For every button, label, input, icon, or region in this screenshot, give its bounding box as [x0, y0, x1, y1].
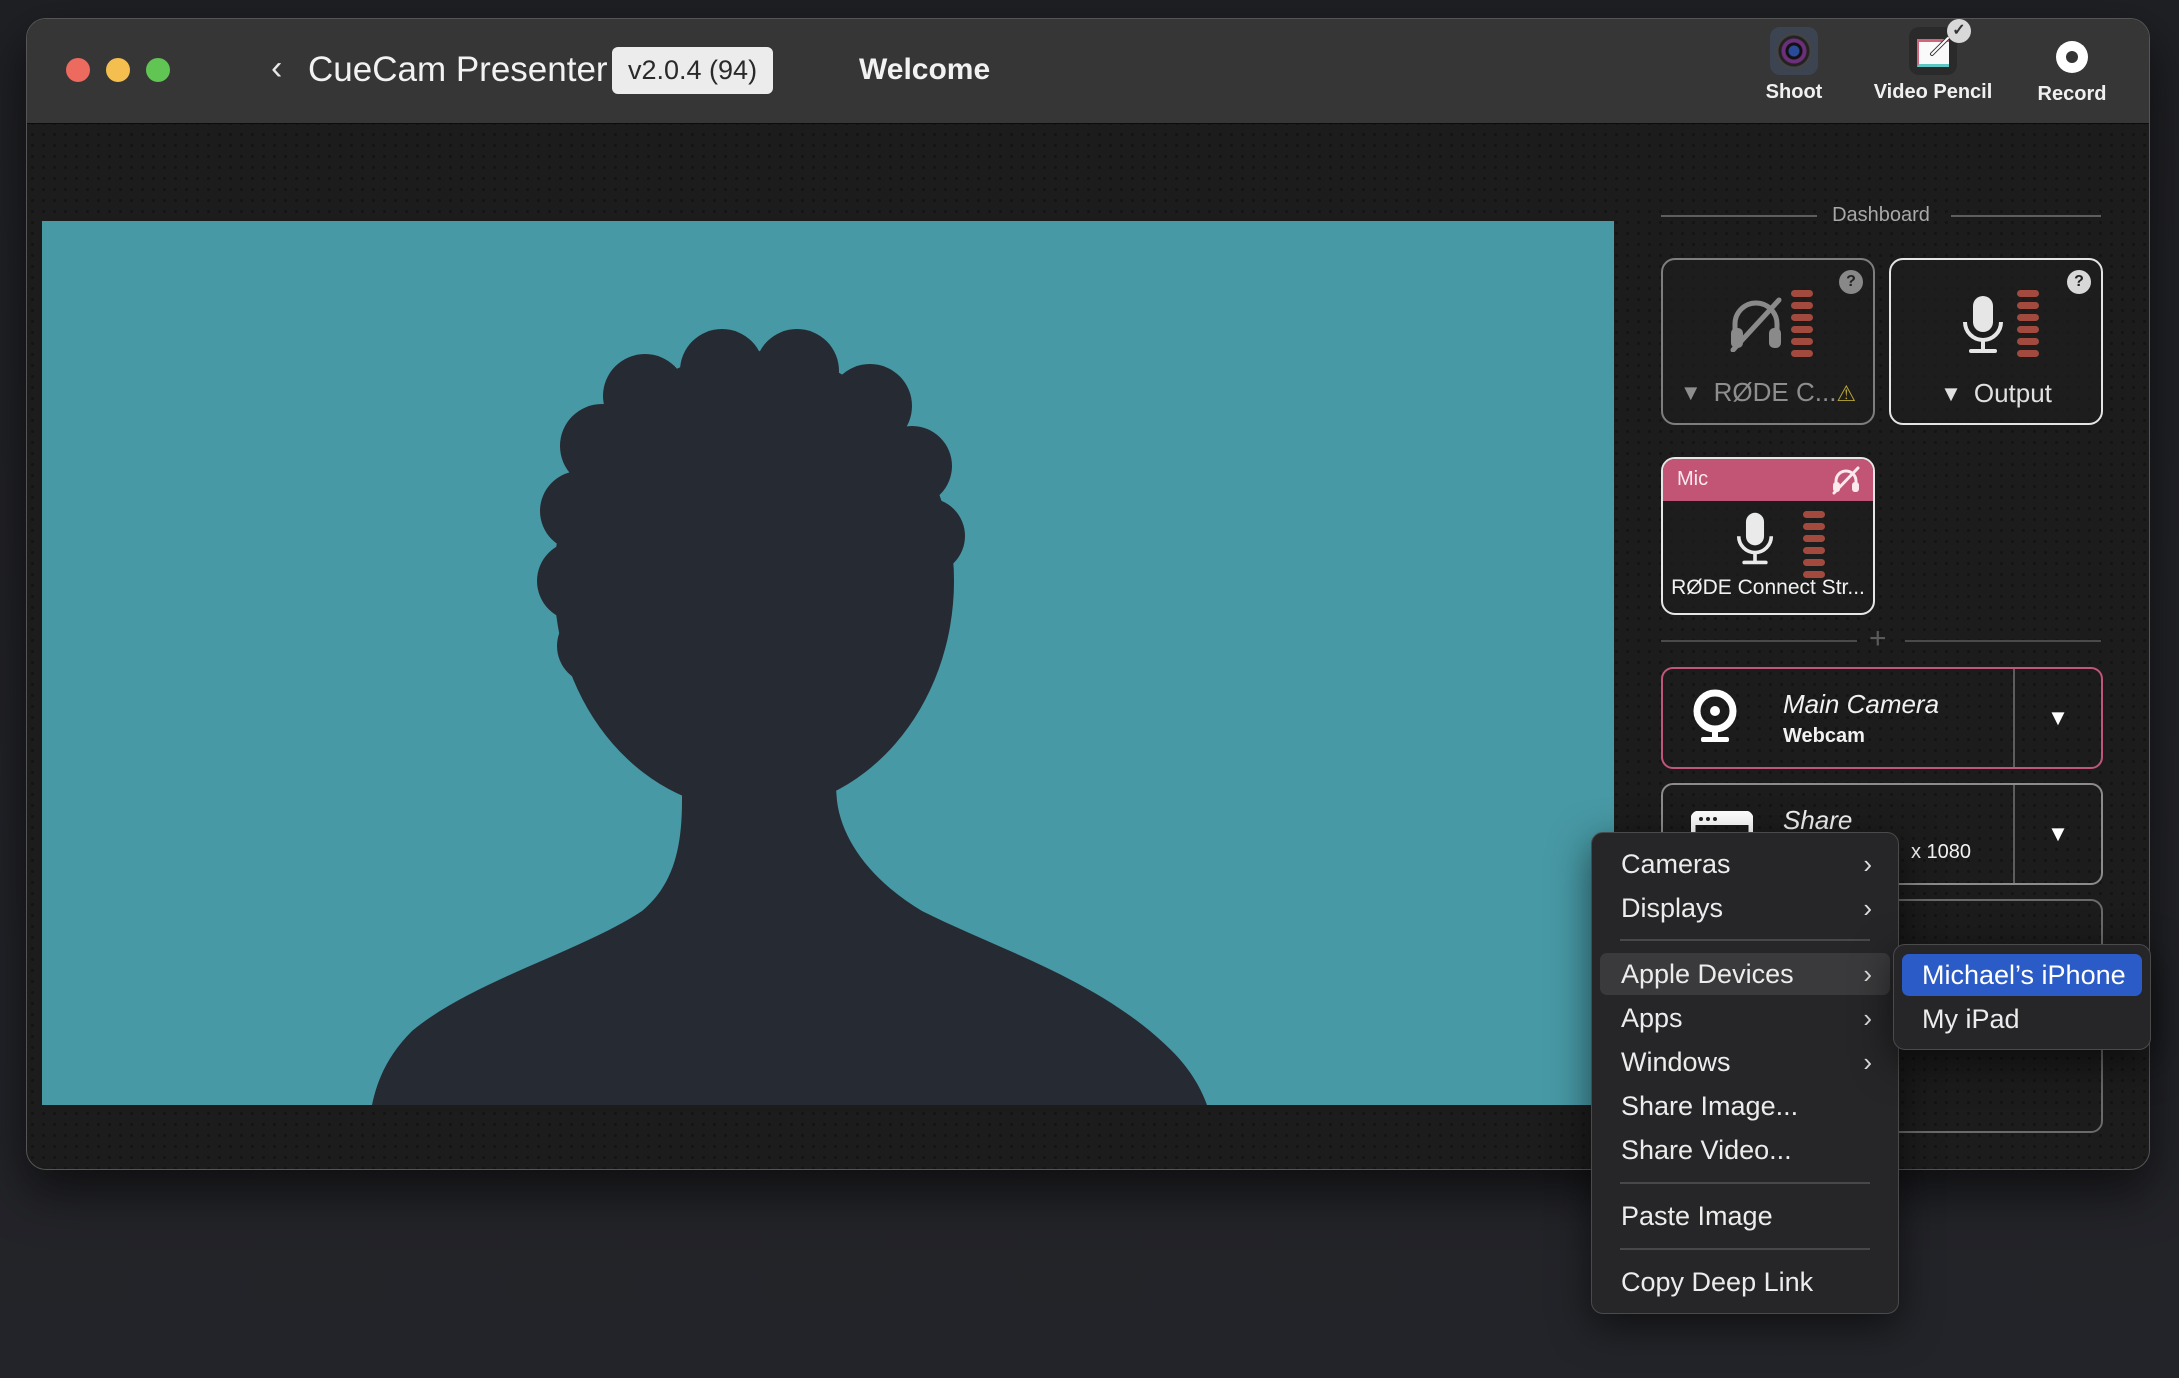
menu-separator — [1620, 1182, 1870, 1184]
camera-preview[interactable] — [42, 221, 1614, 1105]
chevron-right-icon: › — [1863, 1047, 1872, 1077]
source-dropdown-button[interactable]: ▼ — [2015, 785, 2101, 883]
source-dropdown-button[interactable]: ▼ — [2015, 669, 2101, 767]
apple-devices-submenu: Michael’s iPhone My iPad — [1893, 944, 2151, 1050]
level-meter — [1791, 290, 1813, 362]
dashboard-divider-right — [1951, 215, 2101, 217]
mic-label: Mic — [1677, 468, 1709, 490]
menu-item-copy-deep-link[interactable]: Copy Deep Link — [1600, 1261, 1890, 1303]
chevron-right-icon: › — [1863, 893, 1872, 923]
menu-item-displays[interactable]: Displays › — [1600, 887, 1890, 929]
headphones-muted-icon[interactable] — [1831, 465, 1861, 495]
menu-item-cameras[interactable]: Cameras › — [1600, 843, 1890, 885]
disclosure-triangle-icon: ▼ — [1679, 380, 1702, 405]
shoot-label: Shoot — [1765, 81, 1823, 103]
close-window-button[interactable] — [66, 58, 90, 82]
record-icon — [2056, 41, 2088, 73]
add-divider-right — [1905, 640, 2101, 642]
source-context-menu: Cameras › Displays › Apple Devices › Apps › … — [1591, 832, 1899, 1314]
mic-card-header: Mic — [1663, 459, 1873, 501]
microphone-icon — [1963, 296, 2003, 353]
headphones-muted-icon — [1730, 297, 1782, 352]
menu-item-apple-devices[interactable]: Apple Devices › — [1600, 953, 1890, 995]
disclosure-triangle-icon: ▼ — [1940, 381, 1962, 406]
audio-card-rode[interactable]: ? ▼ RØDE C...⚠ — [1661, 258, 1875, 425]
menu-item-apps[interactable]: Apps › — [1600, 997, 1890, 1039]
webcam-icon — [1693, 689, 1737, 742]
title-bar: ‹ CueCam Presenter v2.0.4 (94) Welcome S… — [27, 19, 2149, 124]
menu-separator — [1620, 1248, 1870, 1250]
maximize-window-button[interactable] — [146, 58, 170, 82]
menu-separator — [1620, 939, 1870, 941]
warning-icon: ⚠ — [1836, 381, 1857, 406]
microphone-icon — [1736, 512, 1774, 565]
chevron-right-icon: › — [1863, 849, 1872, 879]
source-subtitle: Webcam — [1783, 725, 1865, 747]
submenu-item-michaels-iphone[interactable]: Michael’s iPhone — [1902, 954, 2142, 996]
page-title: Welcome — [859, 53, 991, 86]
person-silhouette — [372, 329, 1207, 1105]
audio-card-output[interactable]: ? ▼ Output — [1889, 258, 2103, 425]
checkmark-icon: ✓ — [1947, 19, 1971, 43]
chevron-right-icon: › — [1863, 1003, 1872, 1033]
level-meter — [2017, 290, 2039, 362]
version-badge[interactable]: v2.0.4 (94) — [612, 47, 774, 94]
help-badge[interactable]: ? — [1839, 270, 1863, 294]
mic-card[interactable]: Mic RØDE Connect Str... — [1661, 457, 1875, 615]
submenu-item-my-ipad[interactable]: My iPad — [1902, 998, 2142, 1040]
app-title: CueCam Presenter — [308, 50, 608, 89]
menu-item-share-video[interactable]: Share Video... — [1600, 1129, 1890, 1171]
mic-device-name: RØDE Connect Str... — [1671, 576, 1865, 599]
video-pencil-icon: ✓ — [1909, 19, 1971, 75]
record-button[interactable]: Record — [2017, 27, 2127, 106]
shoot-button[interactable]: Shoot — [1739, 27, 1849, 104]
camera-lens-icon — [1770, 27, 1818, 75]
help-badge[interactable]: ? — [2067, 270, 2091, 294]
source-title: Main Camera — [1783, 689, 1940, 719]
record-label: Record — [2037, 83, 2107, 105]
video-pencil-label: Video Pencil — [1873, 81, 1993, 103]
video-pencil-button[interactable]: ✓ Video Pencil — [1863, 19, 2003, 104]
menu-item-windows[interactable]: Windows › — [1600, 1041, 1890, 1083]
add-source-icon[interactable]: + — [1869, 624, 1887, 654]
source-subtitle: x 1080 — [1911, 841, 1972, 863]
menu-item-share-image[interactable]: Share Image... — [1600, 1085, 1890, 1127]
audio-device-name[interactable]: ▼ RØDE C...⚠ — [1663, 377, 1873, 409]
minimize-window-button[interactable] — [106, 58, 130, 82]
chevron-right-icon: › — [1863, 959, 1872, 989]
source-card-main-camera[interactable]: Main Camera Webcam ▼ — [1661, 667, 2103, 769]
back-chevron-icon[interactable]: ‹ — [271, 51, 282, 85]
menu-item-paste-image[interactable]: Paste Image — [1600, 1195, 1890, 1237]
audio-device-name[interactable]: ▼ Output — [1891, 378, 2101, 409]
add-divider-left — [1661, 640, 1857, 642]
